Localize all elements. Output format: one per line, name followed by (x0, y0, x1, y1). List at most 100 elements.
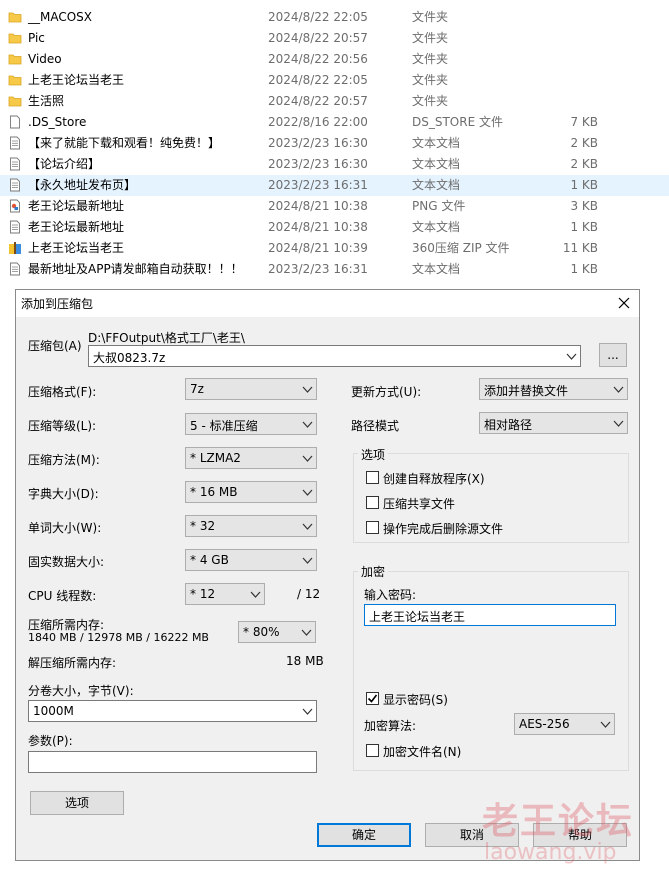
image-file-icon (8, 199, 22, 213)
ok-button[interactable]: 确定 (317, 823, 411, 847)
file-row[interactable]: 生活照 2024/8/22 20:57 文件夹 (0, 91, 669, 112)
file-name: 生活照 (28, 94, 65, 108)
solid-select[interactable]: * 4 GB (185, 549, 317, 571)
file-type: 文件夹 (412, 52, 449, 66)
file-icon (8, 115, 22, 129)
algo-select[interactable]: AES-256 (514, 713, 615, 735)
word-select[interactable]: * 32 (185, 515, 317, 537)
folder-icon (8, 31, 22, 45)
file-date: 2024/8/21 10:39 (268, 241, 368, 255)
shared-files-checkbox[interactable] (366, 496, 379, 509)
dict-label: 字典大小(D): (28, 487, 99, 501)
file-date: 2023/2/23 16:31 (268, 262, 368, 276)
file-name: 老王论坛最新地址 (28, 199, 125, 213)
browse-button[interactable]: ... (599, 343, 627, 367)
file-type: 文本文档 (412, 136, 461, 150)
file-type: 文件夹 (412, 10, 449, 24)
password-value: 上老王论坛当老王 (369, 610, 466, 624)
chevron-down-icon (302, 523, 313, 530)
chevron-down-icon (302, 489, 313, 496)
file-row[interactable]: 上老王论坛当老王 2024/8/22 22:05 文件夹 (0, 70, 669, 91)
checkmark-icon (367, 694, 378, 703)
solid-label: 固实数据大小: (28, 555, 105, 569)
file-row[interactable]: 老王论坛最新地址 2024/8/21 10:38 PNG 文件 3 KB (0, 196, 669, 217)
folder-icon (8, 73, 22, 87)
file-type: 360压缩 ZIP 文件 (412, 241, 510, 255)
file-name: 【论坛介绍】 (28, 157, 101, 171)
show-password-checkbox[interactable] (366, 692, 379, 705)
encrypt-names-checkbox[interactable] (366, 744, 379, 757)
params-input[interactable] (28, 751, 317, 773)
file-type: 文件夹 (412, 73, 449, 87)
chevron-down-icon (302, 386, 313, 393)
update-value: 添加并替换文件 (484, 384, 569, 398)
file-row[interactable]: __MACOSX 2024/8/22 22:05 文件夹 (0, 7, 669, 28)
decomp-value: 18 MB (286, 654, 324, 668)
file-type: 文件夹 (412, 94, 449, 108)
chevron-down-icon (302, 557, 313, 564)
file-row[interactable]: 老王论坛最新地址 2024/8/21 10:38 文本文档 1 KB (0, 217, 669, 238)
split-size-combo[interactable]: 1000M (28, 700, 317, 722)
archive-name-combo[interactable]: 大叔0823.7z (88, 345, 581, 367)
dict-select[interactable]: * 16 MB (185, 481, 317, 503)
file-name: Pic (28, 31, 45, 45)
file-row[interactable]: 【论坛介绍】 2023/2/23 16:30 文本文档 2 KB (0, 154, 669, 175)
solid-value: * 4 GB (190, 553, 229, 567)
method-select[interactable]: * LZMA2 (185, 447, 317, 469)
delete-after-checkbox[interactable] (366, 521, 379, 534)
format-label: 压缩格式(F): (28, 385, 97, 399)
file-date: 2024/8/22 20:57 (268, 31, 368, 45)
file-size: 1 KB (570, 262, 598, 276)
file-name: 上老王论坛当老王 (28, 241, 125, 255)
chevron-down-icon (613, 420, 624, 427)
pathmode-value: 相对路径 (484, 418, 533, 432)
level-select[interactable]: 5 - 标准压缩 (185, 413, 317, 435)
file-date: 2023/2/23 16:31 (268, 178, 368, 192)
file-type: 文本文档 (412, 178, 461, 192)
password-label: 输入密码: (364, 588, 417, 602)
close-button[interactable] (609, 290, 639, 317)
file-name: 老王论坛最新地址 (28, 220, 125, 234)
options-button[interactable]: 选项 (30, 791, 124, 815)
update-select[interactable]: 添加并替换文件 (479, 378, 628, 400)
chevron-down-icon (301, 629, 312, 636)
file-name: 上老王论坛当老王 (28, 73, 125, 87)
file-row[interactable]: 上老王论坛当老王 2024/8/21 10:39 360压缩 ZIP 文件 11 KB (0, 238, 669, 259)
chevron-down-icon (302, 455, 313, 462)
encrypt-group-title: 加密 (358, 563, 389, 580)
file-type: 文本文档 (412, 220, 461, 234)
file-size: 3 KB (570, 199, 598, 213)
archive-label: 压缩包(A) (28, 339, 82, 353)
threads-total: / 12 (297, 587, 321, 601)
file-date: 2024/8/22 20:57 (268, 94, 368, 108)
file-row[interactable]: Video 2024/8/22 20:56 文件夹 (0, 49, 669, 70)
file-row[interactable]: 最新地址及APP请发邮箱自动获取！！！ 2023/2/23 16:31 文本文档 1 … (0, 259, 669, 280)
split-label: 分卷大小，字节(V): (28, 684, 134, 698)
file-row[interactable]: 【永久地址发布页】 2023/2/23 16:31 文本文档 1 KB (0, 175, 669, 196)
file-name: 【永久地址发布页】 (28, 178, 137, 192)
file-row[interactable]: .DS_Store 2022/8/16 22:00 DS_STORE 文件 7 KB (0, 112, 669, 133)
file-list: __MACOSX 2024/8/22 22:05 文件夹 Pic 2024/8/22 2… (0, 0, 669, 284)
close-icon (618, 297, 630, 309)
threads-select[interactable]: * 12 (185, 583, 265, 605)
dict-value: * 16 MB (190, 485, 238, 499)
dialog-titlebar[interactable]: 添加到压缩包 (16, 290, 639, 317)
split-value: 1000M (33, 704, 74, 718)
folder-icon (8, 52, 22, 66)
file-date: 2024/8/21 10:38 (268, 199, 368, 213)
chevron-down-icon (600, 721, 611, 728)
file-name: Video (28, 52, 62, 66)
show-password-label: 显示密码(S) (383, 693, 448, 707)
decomp-label: 解压缩所需内存: (28, 656, 117, 670)
format-select[interactable]: 7z (185, 378, 317, 400)
password-input[interactable]: 上老王论坛当老王 (364, 604, 616, 626)
sfx-checkbox[interactable] (366, 471, 379, 484)
pathmode-label: 路径模式 (351, 419, 400, 433)
algo-label: 加密算法: (364, 719, 417, 733)
mem-percent-select[interactable]: * 80% (238, 621, 316, 643)
file-row[interactable]: 【来了就能下载和观看！纯免费！】 2023/2/23 16:30 文本文档 2 KB (0, 133, 669, 154)
pathmode-select[interactable]: 相对路径 (479, 412, 628, 434)
file-size: 2 KB (570, 136, 598, 150)
threads-label: CPU 线程数: (28, 589, 97, 603)
file-row[interactable]: Pic 2024/8/22 20:57 文件夹 (0, 28, 669, 49)
